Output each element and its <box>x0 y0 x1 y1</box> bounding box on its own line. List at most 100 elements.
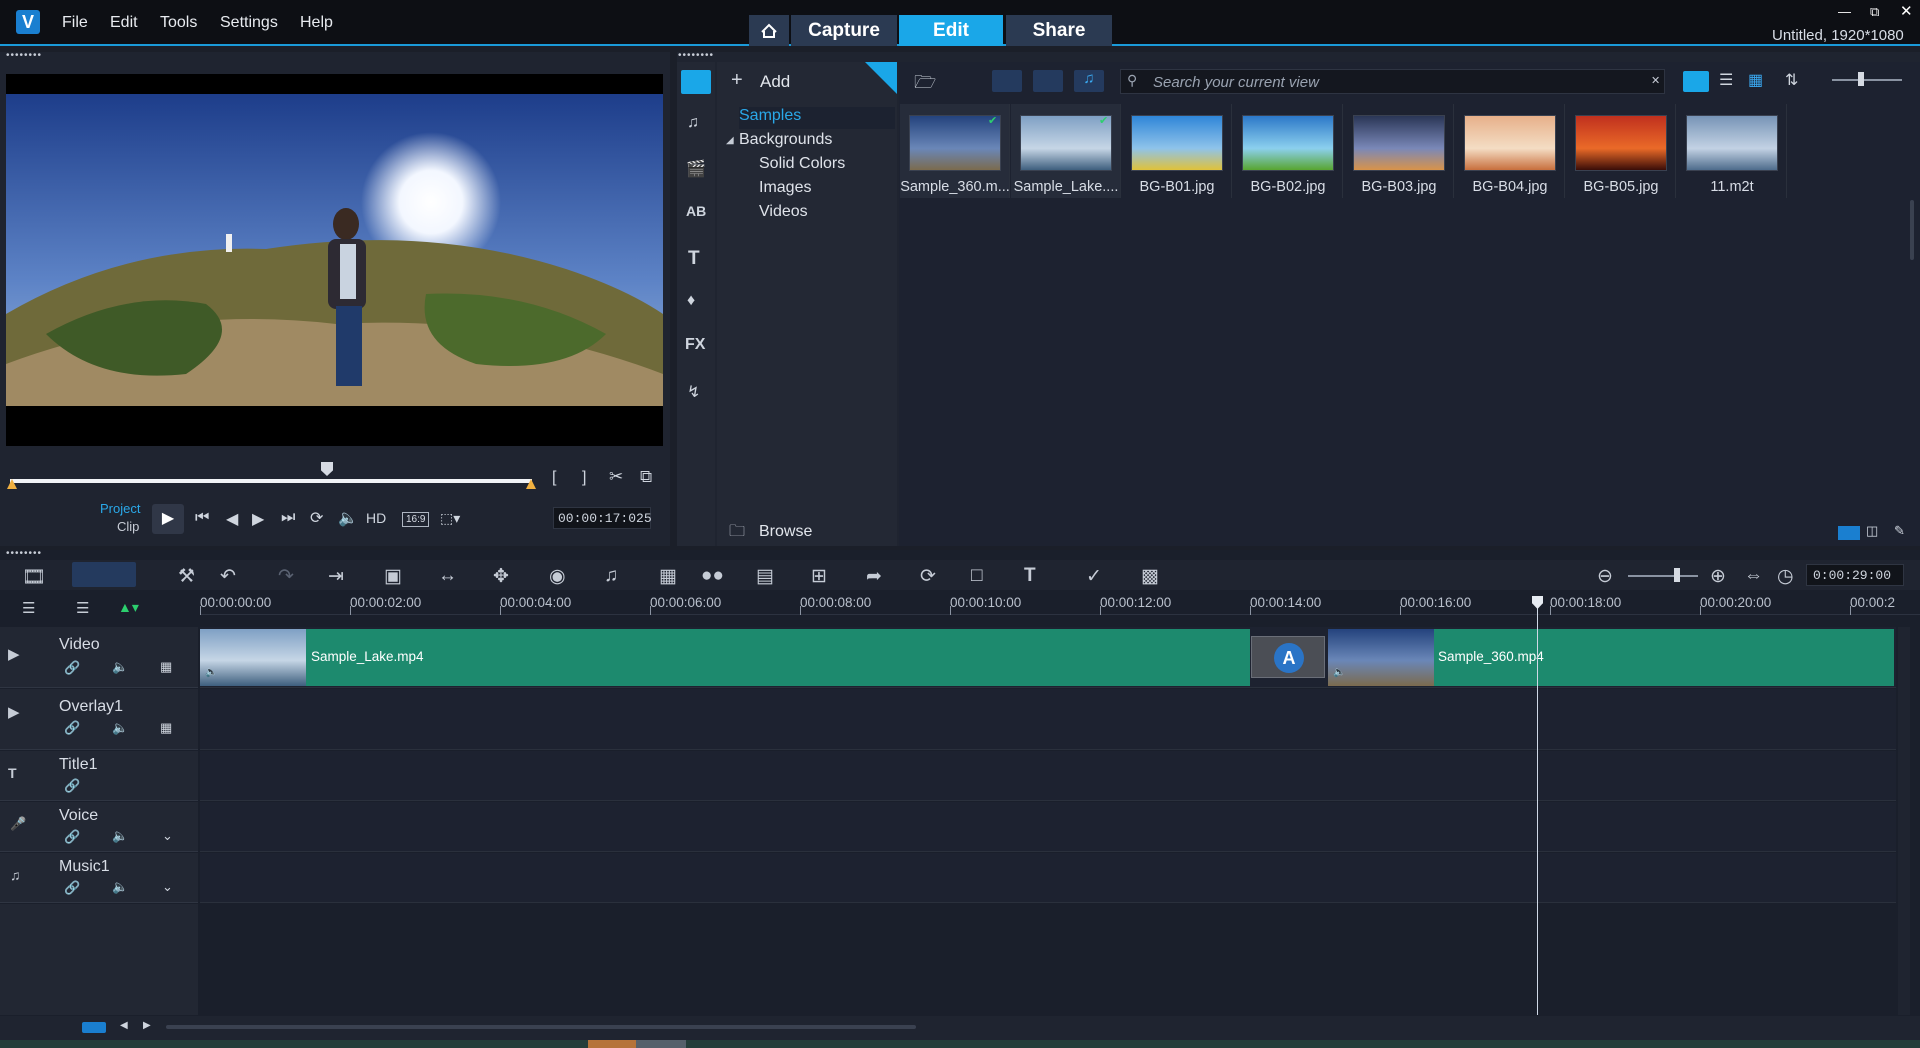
library-scrollbar[interactable] <box>1910 200 1914 260</box>
track-row-overlay[interactable] <box>200 689 1896 750</box>
overlay-track-icon[interactable]: ▶ <box>8 703 20 721</box>
minimize-button[interactable]: — <box>1838 4 1851 19</box>
mode-project[interactable]: Project <box>100 501 140 516</box>
display-mode-icon[interactable]: ⬚▾ <box>440 510 460 527</box>
zoom-slider[interactable] <box>1628 575 1698 577</box>
music-track-icon[interactable]: ♫ <box>10 867 21 883</box>
fx-icon[interactable]: FX <box>685 336 705 354</box>
360-icon[interactable]: □ <box>971 565 982 587</box>
add-icon[interactable]: + <box>731 69 743 92</box>
browse-button[interactable]: Browse <box>759 523 812 541</box>
menu-edit[interactable]: Edit <box>110 14 138 32</box>
thumb-size-slider[interactable] <box>1832 79 1902 81</box>
library-view-toggle[interactable] <box>1838 526 1860 540</box>
transition-icon[interactable]: AB <box>686 203 706 219</box>
go-start-icon[interactable]: ⏮ <box>195 509 209 527</box>
tab-capture[interactable]: Capture <box>791 15 897 46</box>
motion-icon[interactable]: ➦ <box>866 565 882 588</box>
go-end-icon[interactable]: ⏭ <box>281 509 295 527</box>
volume-icon[interactable]: 🔈 <box>338 508 358 528</box>
record-icon[interactable]: ◉ <box>549 565 566 588</box>
panel-grip[interactable]: •••••••• <box>6 50 42 61</box>
zoom-in-icon[interactable]: ⊕ <box>1710 565 1726 588</box>
close-button[interactable]: ✕ <box>1900 2 1913 20</box>
clip-sample-lake[interactable]: Sample_Lake.mp4 🔈 <box>200 629 1250 686</box>
chapter-icon[interactable]: ☰ <box>76 599 89 617</box>
library-layout-icon[interactable]: ◫ <box>1866 523 1878 539</box>
expand-icon[interactable]: ⌄ <box>162 879 173 895</box>
clip-sample-360[interactable]: Sample_360.mp4 🔈 <box>1328 629 1894 686</box>
timecode-field[interactable]: 00:00:17:025 <box>553 507 652 529</box>
mark-out-button[interactable]: ] <box>582 469 586 487</box>
trim-end-marker[interactable] <box>526 479 536 489</box>
project-duration[interactable]: 0:00:29:00 <box>1806 564 1904 586</box>
multicam-icon[interactable]: ▦ <box>659 565 677 588</box>
track-row-voice[interactable] <box>200 802 1896 852</box>
link-icon[interactable]: 🔗 <box>64 778 80 794</box>
menu-file[interactable]: File <box>62 14 88 32</box>
timeline-hscroll[interactable] <box>166 1025 916 1029</box>
media-thumbnail[interactable]: BG-B02.jpg <box>1233 104 1343 198</box>
link-icon[interactable]: 🔗 <box>64 720 80 736</box>
play-button[interactable]: ▶ <box>152 504 184 534</box>
transparency-icon[interactable]: ▦ <box>160 720 172 736</box>
ripple-edit-icon[interactable]: ▲▾ <box>118 599 139 616</box>
link-icon[interactable]: 🔗 <box>64 660 80 676</box>
mark-in-button[interactable]: [ <box>552 469 556 487</box>
search-input[interactable]: Search your current view <box>1120 69 1665 94</box>
zoom-out-icon[interactable]: ⊖ <box>1597 565 1613 588</box>
thumb-size-handle[interactable] <box>1858 72 1864 86</box>
video-track-icon[interactable]: ▶ <box>8 645 20 663</box>
media-thumbnail[interactable]: BG-B03.jpg <box>1344 104 1454 198</box>
track-row-music[interactable] <box>200 853 1896 903</box>
graphics-icon[interactable]: ♦ <box>687 292 695 310</box>
hd-toggle[interactable]: HD <box>366 510 386 526</box>
mode-clip[interactable]: Clip <box>117 519 139 534</box>
restore-button[interactable]: ⧉ <box>1870 4 1879 20</box>
media-thumbnail[interactable]: Sample_Lake.... ✔ <box>1011 104 1121 198</box>
tree-videos[interactable]: Videos <box>759 203 808 221</box>
audio-mixer-icon[interactable]: ♫ <box>604 565 618 587</box>
pan-zoom-icon[interactable]: ✥ <box>493 565 509 588</box>
preview-window[interactable] <box>6 74 663 446</box>
filter-audio-button[interactable]: ♫ <box>1074 70 1104 92</box>
media-thumbnail[interactable]: Sample_360.m... ✔ <box>900 104 1010 198</box>
title-icon[interactable]: T <box>688 248 700 270</box>
color-grading-icon[interactable]: ▩ <box>1141 565 1159 588</box>
zoom-handle[interactable] <box>1674 568 1680 582</box>
mute-icon[interactable]: 🔈 <box>112 828 128 844</box>
voice-track-icon[interactable]: 🎤 <box>10 816 26 832</box>
link-icon[interactable]: 🔗 <box>64 829 80 845</box>
mute-icon[interactable]: 🔈 <box>112 720 128 736</box>
subtitle-icon[interactable]: ▤ <box>756 565 774 588</box>
media-thumbnail[interactable]: BG-B01.jpg <box>1122 104 1232 198</box>
playhead[interactable] <box>1537 600 1538 1015</box>
menu-tools[interactable]: Tools <box>160 14 197 32</box>
tree-images[interactable]: Images <box>759 179 811 197</box>
grid-view-icon[interactable]: ▦ <box>1748 70 1763 90</box>
redo-icon[interactable]: ↷ <box>278 565 294 588</box>
home-button[interactable] <box>749 15 789 46</box>
filter-video-button[interactable] <box>992 70 1022 92</box>
tab-edit[interactable]: Edit <box>899 15 1003 46</box>
next-frame-icon[interactable]: ▶​ <box>252 509 264 529</box>
clear-search-icon[interactable]: ✕ <box>1651 74 1660 87</box>
trim-start-marker[interactable] <box>7 479 17 489</box>
transition-clip[interactable]: A <box>1251 636 1325 678</box>
mute-icon[interactable]: 🔈 <box>112 879 128 895</box>
tree-samples[interactable]: Samples <box>739 107 895 129</box>
prev-frame-icon[interactable]: ◀​ <box>226 509 238 529</box>
expand-icon[interactable]: ⌄ <box>162 828 173 844</box>
repeat-icon[interactable]: ⟳ <box>310 508 323 528</box>
library-edit-icon[interactable]: ✎ <box>1894 523 1905 539</box>
audio-icon[interactable]: ♫ <box>687 114 699 132</box>
stretch-icon[interactable]: ↔ <box>438 565 457 587</box>
path-icon[interactable]: ↯ <box>687 382 700 402</box>
media-thumbnail[interactable]: 11.m2t <box>1677 104 1787 198</box>
media-thumbnail[interactable]: BG-B05.jpg <box>1566 104 1676 198</box>
add-folder-button[interactable]: Add <box>760 72 790 92</box>
mute-icon[interactable]: 🔈 <box>112 659 128 675</box>
timeline-grip[interactable]: •••••••• <box>6 548 42 559</box>
tracking-icon[interactable]: ⟳ <box>920 565 936 588</box>
transparency-icon[interactable]: ▦ <box>160 659 172 675</box>
